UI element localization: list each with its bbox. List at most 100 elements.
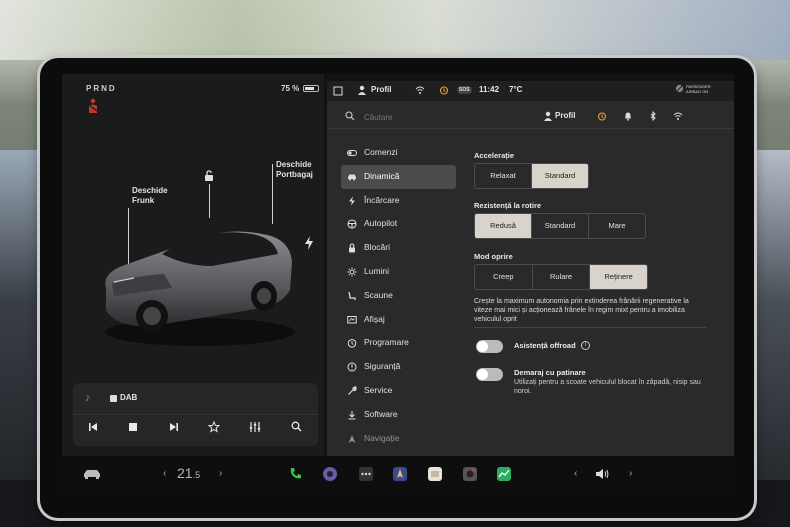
next-icon [170,423,178,431]
download-icon [348,410,356,420]
menu-item-programare[interactable]: Programare [341,331,456,355]
open-frunk-button[interactable]: Deschide Frunk [132,186,168,206]
menu-item-label: Programare [364,337,409,348]
menu-item-label: Lumini [364,265,390,276]
menu-item-label: Comenzi [364,147,398,157]
outside-temperature: 7°C [509,85,523,94]
status-bar: Profil SOS 11:42 7°C PASSENGER AIRBAG ON [327,81,734,101]
settings-search-input[interactable] [364,110,514,124]
volume-icon[interactable] [594,466,610,482]
wrench-icon [348,386,357,395]
steering-title: Rezistență la rotire [474,201,542,210]
stop-mode-option-creep[interactable]: Creep [475,265,533,289]
offroad-assist-toggle[interactable] [476,340,503,353]
temp-up-arrow-icon[interactable]: › [219,468,222,479]
steering-option-mare[interactable]: Mare [589,214,645,238]
battery-icon [303,85,319,92]
menu-item-label: Autopilot [364,218,398,229]
media-source-row[interactable]: ♪ DAB [73,383,318,415]
alarm-clock-icon[interactable] [439,85,449,95]
unlock-icon[interactable] [203,170,215,182]
toggle-icon [347,150,357,156]
equalizer-button[interactable] [245,421,265,439]
vehicle-3d-model [105,231,295,346]
driver-profile-button[interactable]: Profil [555,111,575,120]
media-search-button[interactable] [286,421,306,439]
steering-option-redusa[interactable]: Redusă [475,214,532,238]
menu-item-blocari[interactable]: Blocări [341,236,456,260]
toybox-icon[interactable] [427,466,443,482]
music-note-icon: ♪ [85,392,91,404]
menu-item-label: Scaune [364,289,393,300]
wifi-icon[interactable] [673,111,683,121]
menu-item-dinamica[interactable]: Dinamică [341,164,456,189]
next-track-button[interactable] [164,421,184,439]
menu-item-comenzi[interactable]: Comenzi [341,141,456,165]
notification-bell-icon[interactable] [623,111,633,121]
slip-start-description: Utilizați pentru a scoate vehiculul bloc… [514,379,701,395]
trunk-label-line1: Deschide [276,160,312,169]
previous-icon [89,423,97,431]
settings-menu: Comenzi Dinamică Încărcare Autopilot Blo… [341,141,456,450]
stop-mode-option-retinere[interactable]: Reținere [590,265,647,289]
status-profile-label[interactable]: Profil [371,85,391,94]
more-icon[interactable] [358,466,374,482]
menu-item-label: Afișaj [364,313,385,324]
stop-icon [129,423,137,431]
stop-mode-option-rulare[interactable]: Rulare [533,265,591,289]
dashcam-icon[interactable] [462,466,478,482]
menu-item-incarcare[interactable]: Încărcare [341,189,456,213]
toggle-knob [477,369,488,380]
slip-start-toggle[interactable] [476,368,503,381]
profile-icon[interactable] [543,111,553,121]
previous-track-button[interactable] [83,421,103,439]
menu-item-label: Dinamică [364,170,400,181]
sun-icon [347,267,357,277]
menu-item-navigatie[interactable]: Navigație [341,427,456,451]
menu-item-autopilot[interactable]: Autopilot [341,212,456,236]
menu-item-lumini[interactable]: Lumini [341,260,456,284]
navigation-app-icon[interactable] [392,466,408,482]
menu-item-siguranta[interactable]: Siguranță [341,355,456,379]
car-icon[interactable] [82,466,102,482]
menu-item-label: Încărcare [364,194,400,205]
battery-fill [305,87,314,90]
menu-item-label: Blocări [364,242,390,253]
menu-item-label: Navigație [364,432,400,443]
offroad-assist-label: Asistență offroad [514,341,576,350]
acceleration-option-standard[interactable]: Standard [532,164,588,188]
seat-icon [348,291,356,300]
volume-down-arrow-icon[interactable]: ‹ [574,468,577,479]
temp-down-arrow-icon[interactable]: ‹ [163,468,166,479]
media-player: ♪ DAB [73,383,318,446]
open-trunk-button[interactable]: Deschide Portbagaj [276,160,313,180]
cabin-temp-decimal: .5 [192,470,201,480]
search-icon [291,421,301,432]
bottom-dock: ‹ 21.5 › ‹ › [62,456,734,494]
map-icon[interactable] [333,86,343,96]
radio-source-icon [110,395,117,402]
bluetooth-icon[interactable] [648,111,658,121]
cabin-temperature[interactable]: 21.5 [177,465,200,481]
menu-item-software[interactable]: Software [341,403,456,427]
camera-icon[interactable] [322,466,338,482]
steering-option-standard[interactable]: Standard [532,214,589,238]
charge-port-icon[interactable] [304,236,314,250]
alarm-clock-icon[interactable] [597,111,607,121]
favorite-button[interactable] [204,420,224,439]
media-source-label: DAB [120,393,138,402]
menu-item-scaune[interactable]: Scaune [341,284,456,308]
steering-selector: Redusă Standard Mare [474,213,646,239]
menu-item-service[interactable]: Service [341,379,456,403]
bolt-icon [349,196,355,206]
stop-mode-title: Mod oprire [474,252,513,261]
menu-item-afisaj[interactable]: Afișaj [341,308,456,332]
info-icon[interactable]: i [581,341,590,350]
settings-panel: Profil SOS 11:42 7°C PASSENGER AIRBAG ON… [327,81,734,456]
volume-up-arrow-icon[interactable]: › [629,468,632,479]
stop-button[interactable] [123,421,143,439]
energy-icon[interactable] [496,466,512,482]
phone-icon[interactable] [288,466,304,482]
profile-icon[interactable] [357,85,367,95]
acceleration-option-relaxat[interactable]: Relaxat [475,164,532,188]
